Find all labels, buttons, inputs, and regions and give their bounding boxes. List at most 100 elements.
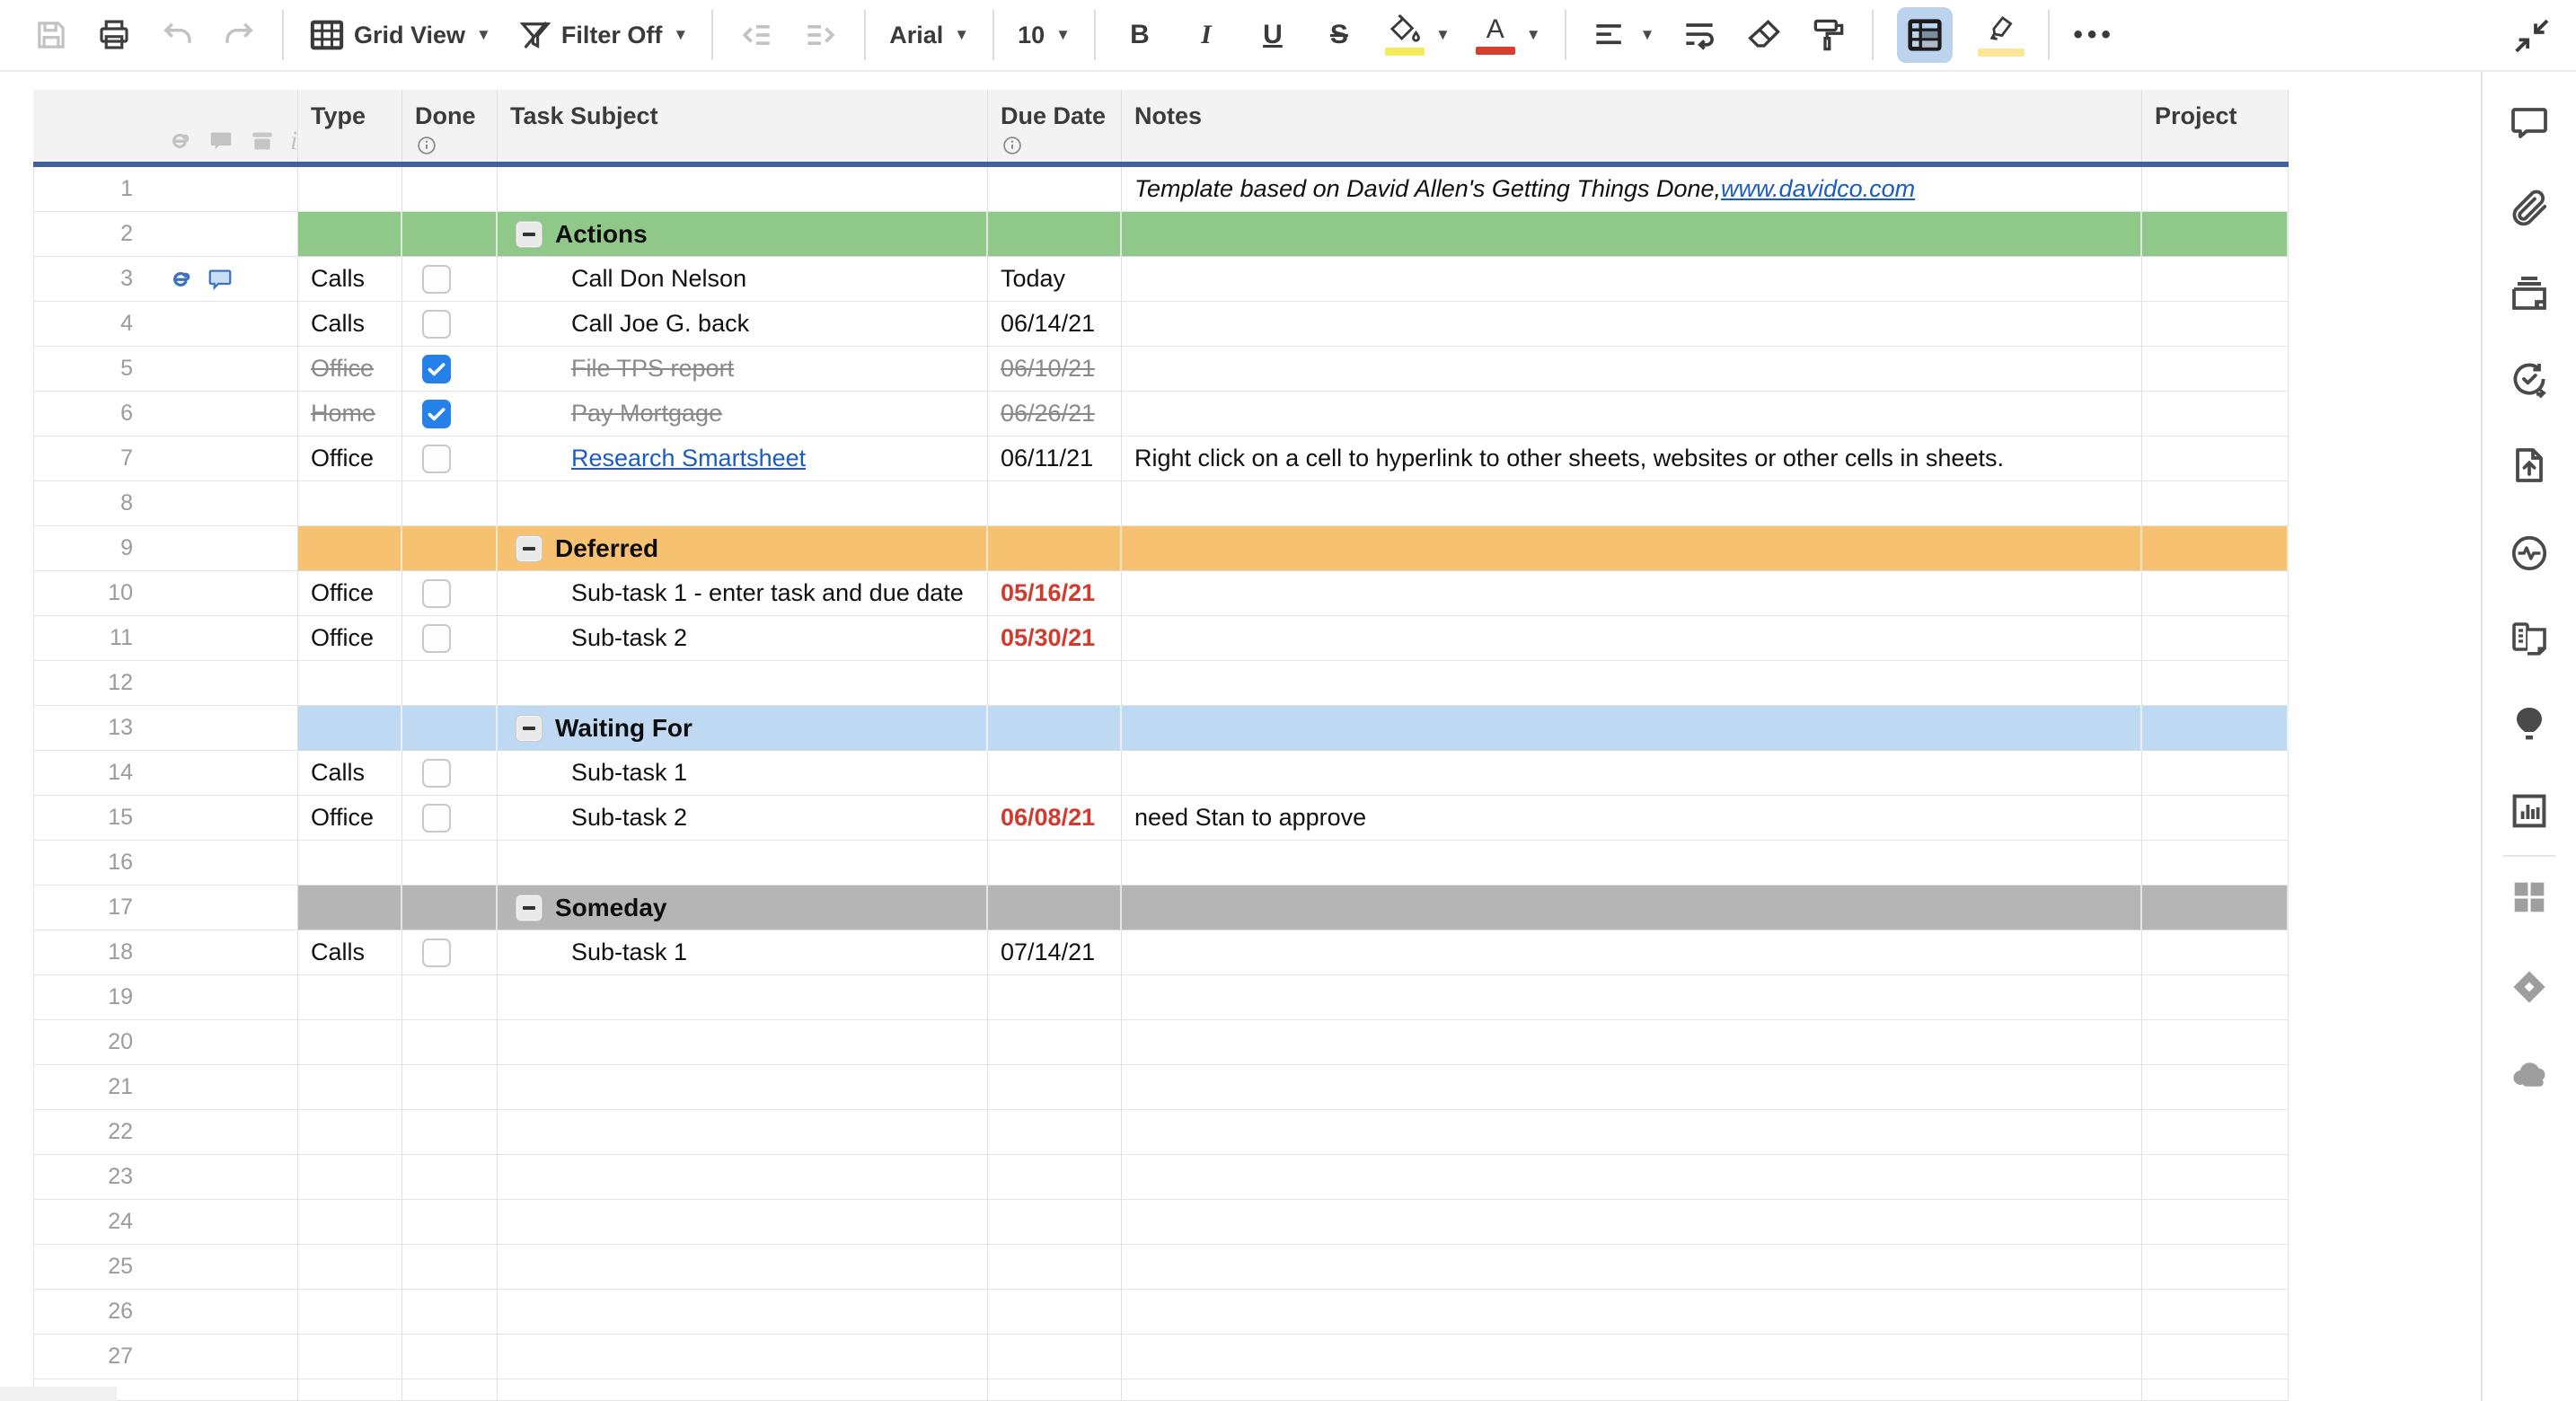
- more-options-button[interactable]: •••: [2060, 6, 2128, 64]
- done-checkbox[interactable]: [422, 624, 451, 653]
- column-header-type[interactable]: Type: [298, 90, 402, 162]
- project-cell[interactable]: [2142, 526, 2289, 571]
- type-cell[interactable]: [298, 1245, 402, 1290]
- row-header[interactable]: 6: [33, 392, 298, 436]
- notes-cell[interactable]: [1122, 347, 2142, 392]
- done-cell[interactable]: [402, 1290, 498, 1335]
- task-subject-cell[interactable]: File TPS report: [498, 347, 988, 392]
- type-cell[interactable]: [298, 526, 402, 571]
- type-cell[interactable]: Calls: [298, 302, 402, 347]
- type-cell[interactable]: Calls: [298, 930, 402, 975]
- done-cell[interactable]: [402, 1379, 498, 1401]
- type-cell[interactable]: Office: [298, 796, 402, 841]
- bold-button[interactable]: B: [1107, 6, 1173, 64]
- notes-cell[interactable]: [1122, 1200, 2142, 1245]
- row-header-corner[interactable]: i: [33, 90, 298, 162]
- task-subject-cell[interactable]: Sub-task 2: [498, 796, 988, 841]
- notes-cell[interactable]: [1122, 1020, 2142, 1065]
- due-date-cell[interactable]: [988, 1065, 1122, 1110]
- row-header[interactable]: 12: [33, 661, 298, 706]
- launcher-balloon-icon[interactable]: [2508, 703, 2551, 751]
- project-cell[interactable]: [2142, 257, 2289, 302]
- notes-cell[interactable]: [1122, 616, 2142, 661]
- apps-grid-icon[interactable]: [2509, 877, 2550, 922]
- italic-button[interactable]: I: [1173, 6, 1239, 64]
- notes-cell[interactable]: [1122, 526, 2142, 571]
- due-date-cell[interactable]: [988, 1245, 1122, 1290]
- notes-cell[interactable]: [1122, 751, 2142, 796]
- redo-button[interactable]: [208, 6, 271, 64]
- project-cell[interactable]: [2142, 212, 2289, 257]
- due-date-cell[interactable]: [988, 167, 1122, 212]
- done-checkbox[interactable]: [422, 579, 451, 608]
- done-cell[interactable]: [402, 661, 498, 706]
- type-cell[interactable]: [298, 706, 402, 751]
- task-subject-cell[interactable]: Pay Mortgage: [498, 392, 988, 436]
- done-cell[interactable]: [402, 1110, 498, 1155]
- column-info-icon[interactable]: [415, 134, 497, 162]
- due-date-cell[interactable]: [988, 841, 1122, 886]
- task-subject-cell[interactable]: Research Smartsheet: [498, 436, 988, 481]
- notes-cell[interactable]: [1122, 886, 2142, 930]
- proofs-icon[interactable]: [2508, 272, 2551, 320]
- align-button[interactable]: ▼: [1577, 6, 1668, 64]
- project-cell[interactable]: [2142, 1379, 2289, 1401]
- row-header[interactable]: 19: [33, 975, 298, 1020]
- project-cell[interactable]: [2142, 436, 2289, 481]
- project-cell[interactable]: [2142, 302, 2289, 347]
- notes-cell[interactable]: [1122, 975, 2142, 1020]
- clear-formatting-button[interactable]: [1732, 6, 1796, 64]
- task-subject-cell[interactable]: Sub-task 1: [498, 751, 988, 796]
- project-cell[interactable]: [2142, 706, 2289, 751]
- row-header[interactable]: 24: [33, 1200, 298, 1245]
- notes-cell[interactable]: [1122, 706, 2142, 751]
- row-header[interactable]: 14: [33, 751, 298, 796]
- project-cell[interactable]: [2142, 1335, 2289, 1379]
- project-cell[interactable]: [2142, 571, 2289, 616]
- font-color-button[interactable]: A ▼: [1463, 6, 1554, 64]
- publish-icon[interactable]: [2508, 444, 2551, 491]
- due-date-cell[interactable]: [988, 1200, 1122, 1245]
- subject-cell[interactable]: Actions: [498, 212, 988, 257]
- done-cell[interactable]: [402, 257, 498, 302]
- due-cell[interactable]: [988, 212, 1122, 257]
- project-cell[interactable]: [2142, 392, 2289, 436]
- notes-cell[interactable]: [1122, 1155, 2142, 1200]
- project-cell[interactable]: [2142, 886, 2289, 930]
- done-checkbox-checked[interactable]: [422, 400, 451, 428]
- due-cell[interactable]: [988, 886, 1122, 930]
- due-date-cell[interactable]: 06/14/21: [988, 302, 1122, 347]
- project-cell[interactable]: [2142, 841, 2289, 886]
- project-cell[interactable]: [2142, 167, 2289, 212]
- print-button[interactable]: [83, 6, 146, 64]
- task-subject-cell[interactable]: [498, 1155, 988, 1200]
- collapse-section-button[interactable]: [516, 221, 543, 248]
- row-header[interactable]: 11: [33, 616, 298, 661]
- project-cell[interactable]: [2142, 1110, 2289, 1155]
- project-cell[interactable]: [2142, 1245, 2289, 1290]
- comments-icon[interactable]: [2508, 101, 2551, 149]
- task-subject-cell[interactable]: Call Joe G. back: [498, 302, 988, 347]
- notes-cell[interactable]: [1122, 1335, 2142, 1379]
- notes-cell[interactable]: [1122, 257, 2142, 302]
- done-checkbox[interactable]: [422, 310, 451, 339]
- type-cell[interactable]: Calls: [298, 257, 402, 302]
- done-checkbox[interactable]: [422, 265, 451, 294]
- done-checkbox[interactable]: [422, 445, 451, 473]
- type-cell[interactable]: [298, 167, 402, 212]
- project-cell[interactable]: [2142, 975, 2289, 1020]
- done-cell[interactable]: [402, 1335, 498, 1379]
- project-cell[interactable]: [2142, 930, 2289, 975]
- column-header-done[interactable]: Done: [402, 90, 498, 162]
- type-cell[interactable]: [298, 1155, 402, 1200]
- collapse-toolbar-button[interactable]: [2510, 14, 2553, 62]
- row-header[interactable]: 10: [33, 571, 298, 616]
- collapse-section-button[interactable]: [516, 894, 543, 921]
- due-date-cell[interactable]: [988, 1290, 1122, 1335]
- done-cell[interactable]: [402, 706, 498, 751]
- column-header-subject[interactable]: Task Subject: [498, 90, 988, 162]
- due-cell[interactable]: [988, 1379, 1122, 1401]
- collapse-section-button[interactable]: [516, 715, 543, 742]
- task-subject-cell[interactable]: [498, 1020, 988, 1065]
- project-cell[interactable]: [2142, 1065, 2289, 1110]
